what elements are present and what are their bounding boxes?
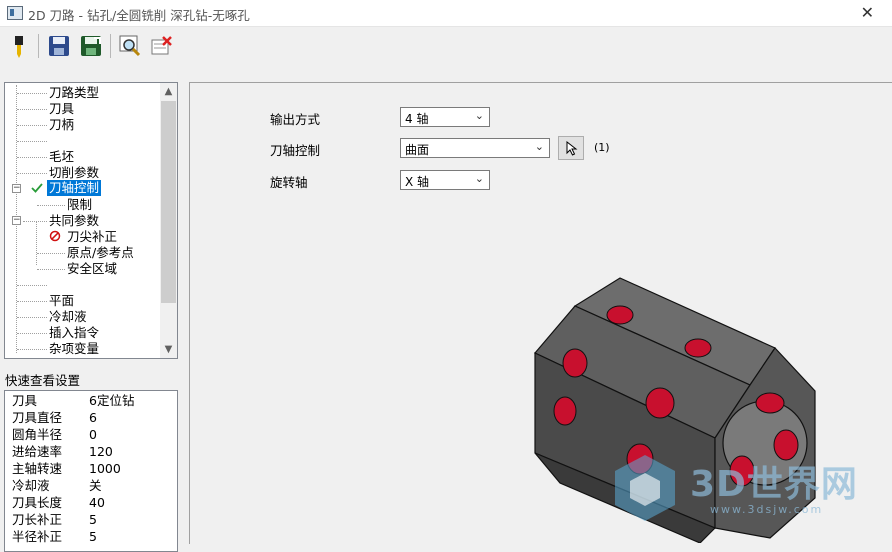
quick-key: 圆角半径 [12,427,63,442]
tree-connector [17,93,47,94]
quick-key: 进给速率 [12,444,63,459]
drill-tool-icon [15,36,23,58]
parameter-tree[interactable]: 刀路类型 刀具 刀柄 毛坯 切削参数 − 刀轴控制 限制 − 共同参数 刀尖补正… [4,82,178,359]
tree-connector [17,317,47,318]
tree-connector [17,301,47,302]
tree-item-coolant[interactable]: 冷却液 [49,309,87,325]
save-as-icon [81,36,101,56]
quick-value: 6定位钻 [89,393,135,408]
chevron-down-icon: ⌄ [474,109,484,122]
tree-item-home-ref[interactable]: 原点/参考点 [67,245,134,261]
save-as-button[interactable] [80,35,102,57]
toolbar-separator [110,34,111,58]
quick-view-title: 快速查看设置 [5,373,81,388]
tree-connector [17,349,47,350]
tree-item-canned-text[interactable]: 插入指令 [49,325,99,341]
axis-control-select[interactable]: 曲面 ⌄ [400,138,550,158]
rotary-axis-select[interactable]: X 轴 ⌄ [400,170,490,190]
watermark-url: www.3dsjw.com [710,503,824,516]
tree-connector [37,205,65,206]
delete-button[interactable] [151,35,173,57]
tree-item-tip-comp[interactable]: 刀尖补正 [67,229,117,245]
quick-value: 关 [89,478,102,493]
tree-item-tool[interactable]: 刀具 [49,101,74,117]
quick-value: 5 [89,529,97,544]
tree-connector [23,221,47,222]
collapse-toggle[interactable]: − [12,184,21,193]
tree-item-misc-values[interactable]: 杂项变量 [49,341,99,357]
preview-button[interactable] [119,35,141,57]
tree-connector [17,173,47,174]
output-method-label: 输出方式 [270,112,321,127]
tree-connector [17,141,47,142]
delete-icon [151,36,172,55]
toolbar [0,27,892,65]
tree-connector [17,109,47,110]
output-method-select[interactable]: 4 轴 ⌄ [400,107,490,127]
tree-item-planes[interactable]: 平面 [49,293,74,309]
tree-item-safety-zone[interactable]: 安全区域 [67,261,117,277]
scroll-thumb[interactable] [161,101,176,303]
tree-connector [37,253,65,254]
close-button[interactable]: ✕ [861,3,874,22]
tree-connector [17,125,47,126]
quick-value: 6 [89,410,97,425]
chevron-down-icon: ⌄ [534,140,544,153]
tool-button[interactable] [8,35,30,58]
axis-control-label: 刀轴控制 [270,143,321,158]
settings-panel: 输出方式 4 轴 ⌄ 刀轴控制 曲面 ⌄ (1) 旋转轴 X 轴 ⌄ 3D世界网… [189,82,892,544]
tree-item-stock[interactable]: 毛坯 [49,149,74,165]
tree-item-cut-params[interactable]: 切削参数 [49,165,99,181]
chevron-down-icon: ⌄ [474,172,484,185]
tree-connector [17,157,47,158]
save-button[interactable] [48,35,70,57]
output-method-value: 4 轴 [405,112,429,126]
surface-count: (1) [594,141,610,154]
scroll-down-icon[interactable]: ▼ [160,341,177,358]
tree-item-limits[interactable]: 限制 [67,197,92,213]
tree-line [36,221,37,265]
quick-key: 刀具 [12,393,38,408]
window-title: 2D 刀路 - 钻孔/全圆铣削 深孔钻-无啄孔 [28,8,250,23]
quick-value: 1000 [89,461,121,476]
quick-key: 刀具长度 [12,495,63,510]
app-icon [7,6,23,20]
preview-magnify-icon [119,35,141,57]
watermark-brand: 3D世界网 [690,464,858,505]
tree-item-holder[interactable]: 刀柄 [49,117,74,133]
rotary-axis-value: X 轴 [405,175,430,189]
tree-connector [37,269,65,270]
quick-value: 0 [89,427,97,442]
quick-value: 40 [89,495,105,510]
quick-view-list: 刀具 6定位钻 刀具直径 6 圆角半径 0 进给速率 120 主轴转速 1000 冷却液 关… [4,390,178,552]
quick-key: 冷却液 [12,478,50,493]
quick-value: 120 [89,444,113,459]
scroll-up-icon[interactable]: ▲ [160,83,177,100]
axis-control-value: 曲面 [405,143,430,157]
title-bar: 2D 刀路 - 钻孔/全圆铣削 深孔钻-无啄孔 ✕ [0,0,892,27]
tree-connector [17,333,47,334]
rotary-axis-label: 旋转轴 [270,175,308,190]
tree-item-axis-control[interactable]: 刀轴控制 [47,180,102,196]
collapse-toggle[interactable]: − [12,216,21,225]
tree-item-toolpath-type[interactable]: 刀路类型 [49,85,99,101]
cursor-arrow-icon [566,141,578,156]
quick-key: 刀具直径 [12,410,63,425]
quick-key: 半径补正 [12,529,63,544]
quick-value: 5 [89,512,97,527]
toolbar-separator [38,34,39,58]
tree-connector [17,285,47,286]
tree-scrollbar[interactable]: ▲ ▼ [160,83,177,358]
check-icon [31,183,43,193]
tree-item-common-params[interactable]: 共同参数 [49,213,99,229]
select-surface-button[interactable] [558,136,584,160]
disabled-icon [49,230,61,242]
save-icon [49,36,69,56]
quick-key: 刀长补正 [12,512,63,527]
quick-key: 主轴转速 [12,461,63,476]
